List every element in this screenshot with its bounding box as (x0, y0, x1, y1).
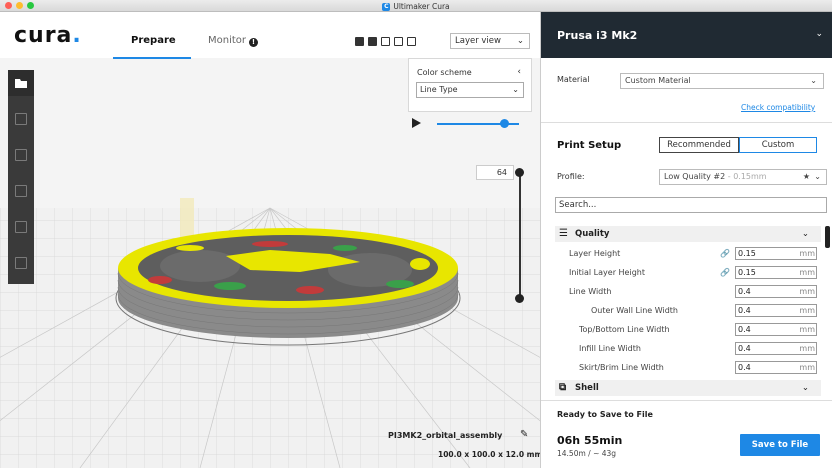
prime-tower (180, 198, 194, 238)
simulation-slider-handle[interactable] (500, 119, 509, 128)
output-footer: Ready to Save to File 06h 55min 14.50m /… (541, 400, 832, 468)
folder-icon (15, 79, 27, 88)
scale-tool-icon (15, 149, 27, 161)
model-dimensions: 100.0 x 100.0 x 12.0 mm (438, 450, 543, 459)
tab-prepare-underline (113, 57, 191, 59)
shell-icon: ⧉ (559, 382, 567, 393)
per-model-settings-icon (15, 257, 27, 269)
layer-number-input[interactable]: 64 (476, 165, 514, 180)
cura-logo: cura. (14, 23, 82, 48)
material-estimate: 14.50m / ~ 43g (557, 449, 617, 458)
print-settings-panel: Prusa i3 Mk2 ⌄ Material Custom Material ⌄… (540, 12, 832, 468)
printer-name: Prusa i3 Mk2 (557, 29, 638, 42)
minimize-window-button[interactable] (16, 2, 23, 9)
chevron-down-icon: ⌄ (810, 76, 817, 85)
save-status-text: Ready to Save to File (557, 410, 653, 419)
move-tool-icon (15, 113, 27, 125)
linked-setting-icon: 🔗 (720, 268, 730, 277)
view-3d-icon[interactable] (355, 37, 364, 46)
category-quality[interactable]: ☰ Quality ⌄ (555, 226, 821, 242)
divider (541, 122, 832, 123)
mirror-tool-icon (15, 221, 27, 233)
mirror-tool-button[interactable] (8, 214, 34, 240)
viewport-3d[interactable] (0, 58, 540, 468)
build-plate-scene (0, 58, 540, 468)
profile-label: Profile: (557, 172, 585, 181)
material-label: Material (557, 75, 590, 84)
printer-header[interactable]: Prusa i3 Mk2 ⌄ (541, 12, 832, 58)
play-simulation-button[interactable] (412, 118, 421, 128)
layer-slider-top-handle[interactable] (515, 168, 524, 177)
print-setup-title: Print Setup (557, 140, 622, 151)
view-top-icon[interactable] (381, 37, 390, 46)
chevron-down-icon: ⌄ (801, 229, 809, 239)
open-file-button[interactable] (8, 70, 34, 96)
per-model-settings-button[interactable] (8, 250, 34, 276)
view-right-icon[interactable] (407, 37, 416, 46)
recommended-mode-button[interactable]: Recommended (659, 137, 739, 153)
layer-slider-track[interactable] (519, 172, 521, 298)
rotate-tool-icon (15, 185, 27, 197)
cura-app-icon: C (382, 3, 391, 11)
layer-slider-bottom-handle[interactable] (515, 294, 524, 303)
view-left-icon[interactable] (394, 37, 403, 46)
color-scheme-label: Color scheme (417, 68, 472, 77)
custom-mode-button[interactable]: Custom (739, 137, 817, 153)
camera-view-buttons (355, 37, 416, 46)
move-tool-button[interactable] (8, 106, 34, 132)
settings-list: ☰ Quality ⌄ Layer Height 🔗 0.15 mm Initi… (555, 224, 821, 406)
close-window-button[interactable] (5, 2, 12, 9)
color-scheme-panel: Color scheme ‹ Line Type ⌄ (408, 58, 532, 112)
chevron-down-icon: ⌄ (814, 172, 821, 181)
tab-monitor[interactable]: Monitor! (208, 34, 259, 48)
setting-row: Infill Line Width 0.4 mm (579, 342, 817, 355)
check-compatibility-link[interactable]: Check compatibility (741, 103, 815, 112)
linked-setting-icon: 🔗 (720, 249, 730, 258)
left-toolbar (8, 70, 34, 284)
view-front-icon[interactable] (368, 37, 377, 46)
setting-row: Initial Layer Height 🔗 0.15 mm (555, 265, 821, 281)
setting-row: Skirt/Brim Line Width 0.4 mm (579, 361, 817, 374)
category-shell[interactable]: ⧉ Shell ⌄ (555, 380, 821, 396)
title-bar: C Ultimaker Cura (0, 0, 832, 12)
save-to-file-button[interactable]: Save to File (740, 434, 820, 456)
chevron-down-icon: ⌄ (801, 383, 809, 393)
rotate-tool-button[interactable] (8, 178, 34, 204)
edit-name-icon[interactable]: ✎ (520, 429, 528, 440)
cura-window: C Ultimaker Cura cura. Prepare Monitor !… (0, 0, 832, 468)
settings-scrollbar[interactable] (825, 226, 830, 248)
print-time: 06h 55min (557, 434, 623, 447)
setting-row: Outer Wall Line Width 0.4 mm (591, 304, 817, 317)
setting-row: Line Width 0.4 mm (569, 285, 817, 298)
setting-row: Layer Height 🔗 0.15 mm (555, 246, 821, 262)
color-scheme-select[interactable]: Line Type ⌄ (416, 82, 524, 98)
view-mode-select[interactable]: Layer view ⌄ (450, 33, 530, 49)
quality-icon: ☰ (559, 228, 568, 239)
model-name: PI3MK2_orbital_assembly (388, 431, 503, 440)
top-header: cura. Prepare Monitor! Layer view ⌄ (0, 12, 540, 59)
settings-search-input[interactable]: Search... (555, 197, 827, 213)
setting-row: Top/Bottom Line Width 0.4 mm (579, 323, 817, 336)
material-select[interactable]: Custom Material ⌄ (620, 73, 824, 89)
collapse-chevron-icon[interactable]: ‹ (517, 67, 521, 77)
scale-tool-button[interactable] (8, 142, 34, 168)
star-icon[interactable]: ★ (803, 170, 810, 184)
tab-prepare[interactable]: Prepare (131, 34, 176, 48)
zoom-window-button[interactable] (27, 2, 34, 9)
monitor-alert-icon: ! (249, 38, 259, 47)
chevron-down-icon: ⌄ (512, 85, 519, 94)
profile-select[interactable]: Low Quality #2 - 0.15mm ★ ⌄ (659, 169, 827, 185)
window-controls (5, 2, 34, 9)
chevron-down-icon: ⌄ (516, 36, 524, 46)
chevron-down-icon: ⌄ (815, 29, 823, 39)
